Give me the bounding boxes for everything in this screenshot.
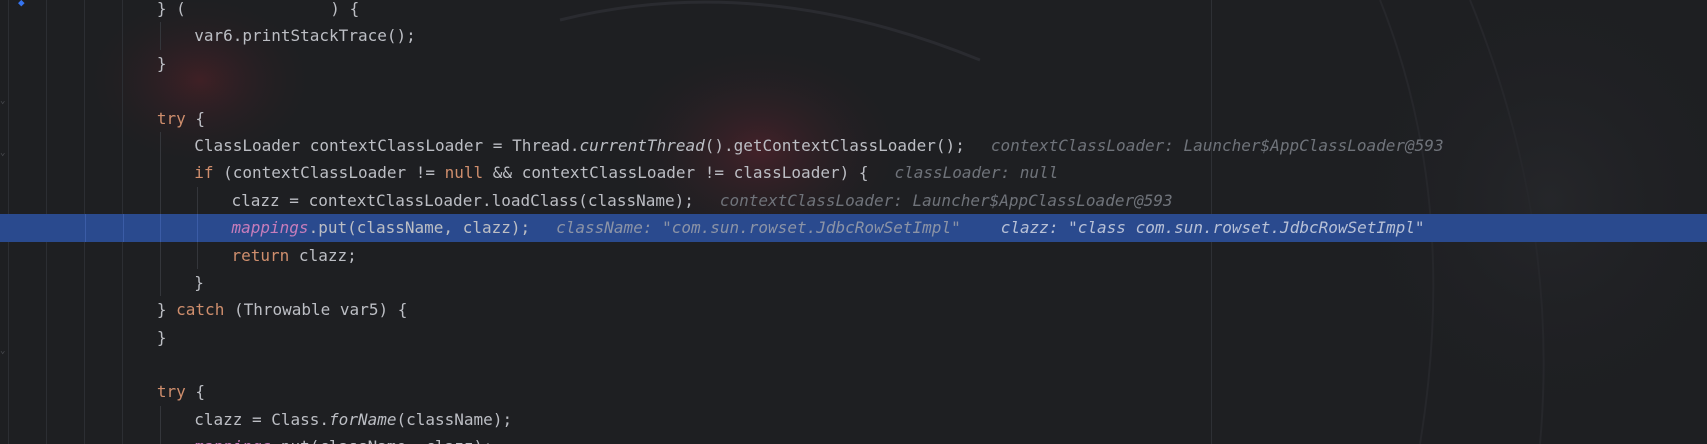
code-line[interactable]: if (contextClassLoader != null && contex… xyxy=(0,159,1707,187)
code-line[interactable]: } xyxy=(0,268,1707,297)
code-text: } xyxy=(157,50,167,77)
code-line[interactable]: try { xyxy=(0,105,1707,132)
code-text: try { xyxy=(157,105,205,132)
indent-guide xyxy=(122,214,124,242)
code-line[interactable]: } ( ) { xyxy=(0,0,1707,22)
code-line[interactable]: } catch (Throwable var5) { xyxy=(0,296,1707,323)
code-line[interactable]: } xyxy=(0,324,1707,351)
code-token: } xyxy=(156,53,167,73)
code-text: } xyxy=(157,324,167,351)
code-token: (Throwable var5) { xyxy=(224,300,408,320)
field-token: mappings xyxy=(231,218,309,238)
code-token: forName xyxy=(329,409,397,429)
code-line[interactable] xyxy=(0,351,1707,378)
code-line-current[interactable]: mappings.put(className, clazz); className… xyxy=(0,214,1707,242)
code-editor[interactable]: ◆ ⌄ ⌄ ⌄ } ( ) {var6.printStackTrace();} t… xyxy=(0,0,1707,444)
indent-guide xyxy=(159,433,161,444)
code-text: if (contextClassLoader != null && contex… xyxy=(194,159,1058,186)
code-text: } catch (Throwable var5) { xyxy=(157,296,407,323)
code-token: .put(className, clazz); xyxy=(308,218,531,238)
keyword-token: return xyxy=(231,245,290,265)
indent-guide xyxy=(159,159,161,187)
code-text: } xyxy=(194,269,204,296)
code-token: } xyxy=(156,0,177,18)
code-line[interactable]: ClassLoader contextClassLoader = Thread.… xyxy=(0,131,1707,160)
code-line[interactable]: var6.printStackTrace(); xyxy=(0,22,1707,50)
code-line[interactable]: clazz = Class.forName(className); xyxy=(0,405,1707,434)
indent-guide xyxy=(159,186,161,215)
code-token: { xyxy=(185,108,206,128)
code-text: clazz = contextClassLoader.loadClass(cla… xyxy=(232,187,1173,214)
code-token: } xyxy=(156,300,177,320)
code-line[interactable]: } xyxy=(0,50,1707,77)
inline-debug-value[interactable]: contextClassLoader: Launcher$AppClassLoa… xyxy=(991,136,1444,155)
code-line[interactable] xyxy=(0,77,1707,104)
code-token: ClassLoader contextClassLoader = Thread. xyxy=(194,135,580,155)
indent-guide xyxy=(159,405,161,434)
inline-debug-value[interactable]: className: "com.sun.rowset.JdbcRowSetImp… xyxy=(556,218,961,237)
code-area[interactable]: } ( ) {var6.printStackTrace();} try {Clas… xyxy=(0,0,1707,444)
code-token: .put(className, clazz); xyxy=(271,437,493,444)
code-text: mappings.put(className, clazz); xyxy=(194,433,493,444)
indent-guide xyxy=(85,214,87,242)
code-text: return clazz; xyxy=(232,242,357,269)
code-line[interactable]: return clazz; xyxy=(0,241,1707,269)
code-token: var6.printStackTrace(); xyxy=(194,26,416,46)
code-token: clazz = contextClassLoader.loadClass(cla… xyxy=(231,190,694,210)
code-token: ) { xyxy=(330,0,360,18)
code-token: currentThread xyxy=(579,135,705,155)
code-text: mappings.put(className, clazz); className… xyxy=(232,214,1425,241)
code-token: ( xyxy=(176,0,186,18)
inline-debug-value[interactable]: contextClassLoader: Launcher$AppClassLoa… xyxy=(720,191,1173,210)
code-text: try { xyxy=(157,378,205,405)
code-text: var6.printStackTrace(); xyxy=(194,22,416,49)
code-token: (className); xyxy=(396,409,513,429)
inline-debug-value[interactable]: clazz: "class com.sun.rowset.JdbcRowSetI… xyxy=(1001,218,1425,237)
code-text: clazz = Class.forName(className); xyxy=(194,406,512,433)
field-token: mappings xyxy=(194,437,271,444)
code-token: } xyxy=(156,327,167,347)
keyword-token: catch xyxy=(176,300,225,320)
code-token: } xyxy=(194,272,204,292)
keyword-token: try xyxy=(156,382,186,402)
code-token: { xyxy=(185,382,206,402)
indent-guide xyxy=(159,241,161,269)
indent-guide xyxy=(197,214,199,242)
indent-guide xyxy=(159,22,161,50)
keyword-token: null xyxy=(444,163,484,183)
code-token: clazz = Class. xyxy=(194,409,330,429)
indent-guide xyxy=(159,131,161,160)
keyword-token: if xyxy=(194,163,214,183)
code-line[interactable]: clazz = contextClassLoader.loadClass(cla… xyxy=(0,186,1707,215)
code-line[interactable]: mappings.put(className, clazz); xyxy=(0,433,1707,444)
indent-guide xyxy=(159,268,161,297)
keyword-token: try xyxy=(156,108,186,128)
code-token: (contextClassLoader != xyxy=(213,163,445,183)
code-text: ClassLoader contextClassLoader = Thread.… xyxy=(194,132,1443,159)
indent-guide xyxy=(197,241,199,269)
code-token: && contextClassLoader != classLoader) { xyxy=(483,163,869,183)
inline-debug-value[interactable]: classLoader: null xyxy=(894,163,1058,182)
code-text: } ( ) { xyxy=(157,0,359,22)
code-token: clazz; xyxy=(289,245,357,265)
indent-guide xyxy=(197,186,199,215)
code-token: ().getContextClassLoader(); xyxy=(704,135,965,155)
code-line[interactable]: try { xyxy=(0,378,1707,405)
indent-guide xyxy=(159,214,161,242)
